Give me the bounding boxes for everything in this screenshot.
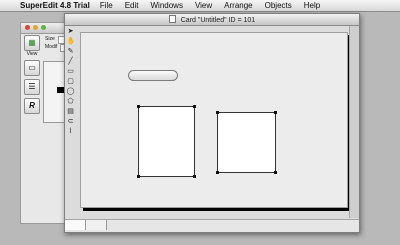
menu-windows[interactable]: Windows <box>151 1 183 10</box>
rounded-rect-tool-icon[interactable]: ▢ <box>67 78 75 86</box>
zoom-window-button[interactable] <box>41 25 46 30</box>
arrow-tool-icon[interactable]: ➤ <box>67 28 75 36</box>
resize-handle[interactable] <box>137 105 140 108</box>
menu-bar: SuperEdit 4.8 Trial File Edit Windows Vi… <box>0 0 400 12</box>
tool-palette: ➤ ✋ ✎ ╱ ▭ ▢ ◯ ⬠ ▤ ⊂ ⌇ <box>66 28 76 148</box>
status-bar <box>65 219 359 232</box>
prop-label-modified: Modif <box>45 44 58 50</box>
rectangle-tool-icon[interactable]: ▭ <box>67 68 75 76</box>
card-window-title-wrap: Card "Untitled" ID = 101 <box>65 15 359 24</box>
rectangle-object-left[interactable] <box>137 105 196 178</box>
polygon-tool-icon[interactable]: ⬠ <box>67 98 75 106</box>
prop-label-size: Size <box>45 36 55 42</box>
view-tool-label: View <box>26 51 38 57</box>
app-menu[interactable]: SuperEdit 4.8 Trial <box>20 1 90 10</box>
brush-tool-icon[interactable]: ⌇ <box>67 128 75 136</box>
menu-objects[interactable]: Objects <box>265 1 292 10</box>
card-canvas[interactable] <box>80 32 348 208</box>
menu-help[interactable]: Help <box>304 1 320 10</box>
line-tool-icon[interactable]: ╱ <box>67 58 75 66</box>
frame-tool-button[interactable]: ▭ <box>24 60 40 76</box>
resize-handle[interactable] <box>274 171 277 174</box>
close-window-button[interactable] <box>25 25 30 30</box>
resize-handle[interactable] <box>137 175 140 178</box>
frame-icon: ▭ <box>28 63 36 72</box>
hand-tool-icon[interactable]: ✋ <box>67 38 76 46</box>
button-tool-icon[interactable]: ⊂ <box>67 118 75 126</box>
menu-edit[interactable]: Edit <box>125 1 139 10</box>
minimize-window-button[interactable] <box>33 25 38 30</box>
resize-handle[interactable] <box>193 175 196 178</box>
tool-column: ▦ View ▭ ☰ R <box>23 35 41 155</box>
resize-handle[interactable] <box>216 171 219 174</box>
stack-icon: ☰ <box>28 82 36 91</box>
stack-tool-button[interactable]: ☰ <box>24 79 40 95</box>
menu-arrange[interactable]: Arrange <box>224 1 252 10</box>
document-icon <box>168 15 176 23</box>
field-tool-icon[interactable]: ▤ <box>67 108 75 116</box>
menu-view[interactable]: View <box>195 1 212 10</box>
card-window: Card "Untitled" ID = 101 ➤ ✋ ✎ ╱ ▭ ▢ ◯ ⬠… <box>64 13 360 233</box>
status-tab-1[interactable] <box>65 220 86 230</box>
script-icon: R <box>29 101 35 110</box>
pencil-tool-icon[interactable]: ✎ <box>67 48 75 56</box>
resize-handle[interactable] <box>274 111 277 114</box>
script-tool-button[interactable]: R <box>24 98 40 114</box>
rectangle-object-right[interactable] <box>216 111 277 174</box>
rounded-button-object[interactable] <box>128 70 178 81</box>
view-tool-button[interactable]: ▦ <box>24 35 40 51</box>
resize-handle[interactable] <box>193 105 196 108</box>
card-window-titlebar[interactable]: Card "Untitled" ID = 101 <box>65 14 359 26</box>
status-tab-2[interactable] <box>86 220 107 230</box>
oval-tool-icon[interactable]: ◯ <box>67 88 75 96</box>
view-icon: ▦ <box>28 38 36 47</box>
card-window-title: Card "Untitled" ID = 101 <box>180 17 256 24</box>
resize-handle[interactable] <box>216 111 219 114</box>
menu-file[interactable]: File <box>100 1 113 10</box>
vertical-scrollbar[interactable] <box>349 26 359 218</box>
